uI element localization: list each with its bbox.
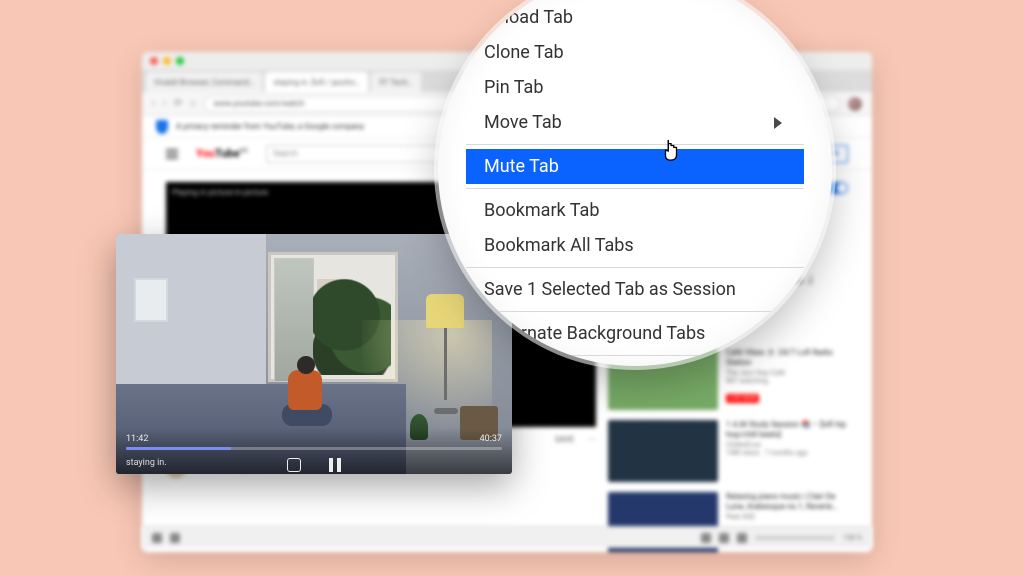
back-icon[interactable]: ‹ — [152, 98, 155, 109]
video-channel: The Jazz Hop Café — [726, 369, 848, 377]
pip-controls: 11:42 40:37 — [116, 428, 512, 474]
menu-item-close-tab[interactable]: Close Tab — [466, 360, 804, 366]
panel-icon[interactable] — [701, 533, 711, 543]
pip-return-icon[interactable] — [287, 458, 301, 472]
panel-icon[interactable] — [737, 533, 747, 543]
zoom-level: 136 % — [843, 534, 862, 542]
save-button[interactable]: SAVE — [555, 435, 574, 444]
live-badge: LIVE NOW — [726, 394, 759, 403]
pip-duration: 40:37 — [480, 434, 502, 444]
menu-separator — [466, 144, 804, 145]
video-thumbnail — [608, 420, 718, 482]
browser-tab[interactable]: FF Tech… — [371, 72, 420, 92]
tab-label: FF Tech… — [379, 78, 412, 87]
menu-item-move-tab[interactable]: Move Tab — [466, 105, 804, 140]
close-window-icon[interactable] — [150, 57, 158, 65]
tab-label: Vivaldi Browser, Command… — [154, 78, 254, 87]
panel-icon[interactable] — [170, 533, 180, 543]
search-placeholder: Search — [273, 149, 298, 158]
pip-player[interactable]: 11:42 40:37 staying in. — [116, 234, 512, 474]
magnified-context-menu: Reload Tab Clone Tab Pin Tab Move Tab Mu… — [438, 0, 832, 366]
video-channel: ChilledCow — [726, 441, 848, 449]
youtube-logo[interactable]: YouTubeNO — [196, 147, 248, 160]
menu-item-bookmark-all-tabs[interactable]: Bookmark All Tabs — [466, 228, 804, 263]
browser-tab[interactable]: staying in. [lofi / jazzho… — [265, 72, 368, 92]
forward-icon[interactable]: › — [163, 98, 166, 109]
recommendation-item[interactable]: 1 A.M Study Session 📚 – [lofi hip hop/ch… — [608, 420, 848, 482]
panel-icon[interactable] — [719, 533, 729, 543]
menu-item-pin-tab[interactable]: Pin Tab — [466, 70, 804, 105]
reload-icon[interactable]: ⟳ — [174, 98, 182, 109]
menu-separator — [466, 188, 804, 189]
menu-item-bookmark-tab[interactable]: Bookmark Tab — [466, 193, 804, 228]
menu-separator — [466, 355, 804, 356]
tab-context-menu: Reload Tab Clone Tab Pin Tab Move Tab Mu… — [466, 0, 804, 366]
privacy-notice-text: A privacy reminder from YouTube, a Googl… — [176, 122, 364, 131]
minimize-window-icon[interactable] — [163, 57, 171, 65]
pip-indicator-text: Playing in picture-in-picture — [172, 188, 268, 197]
video-channel: Peet ASD — [726, 513, 848, 521]
url-text: www.youtube.com/watch — [213, 99, 304, 108]
shield-icon — [156, 120, 168, 134]
menu-item-reload-tab[interactable]: Reload Tab — [466, 0, 804, 35]
menu-item-mute-tab[interactable]: Mute Tab — [466, 149, 804, 184]
menu-item-hibernate-tabs[interactable]: Hibernate Background Tabs — [466, 316, 804, 351]
home-icon[interactable]: ⌂ — [190, 98, 196, 109]
browser-tab[interactable]: Vivaldi Browser, Command… — [146, 72, 262, 92]
menu-separator — [466, 311, 804, 312]
pointer-cursor-icon — [660, 138, 682, 164]
menu-icon[interactable] — [166, 149, 178, 159]
more-icon[interactable]: ⋯ — [588, 435, 596, 444]
menu-item-clone-tab[interactable]: Clone Tab — [466, 35, 804, 70]
browser-status-bar: 136 % — [142, 526, 872, 548]
pip-progress-bar[interactable] — [126, 447, 502, 450]
zoom-slider[interactable] — [755, 536, 835, 540]
video-title: 1 A.M Study Session 📚 – [lofi hip hop/ch… — [726, 420, 848, 439]
pause-icon[interactable] — [329, 458, 341, 472]
video-title: Relaxing piano music | Clair De Lune, Ar… — [726, 492, 848, 511]
video-subtext: 14M views · 7 months ago — [726, 449, 848, 457]
tab-label: staying in. [lofi / jazzho… — [273, 78, 360, 87]
profile-avatar-icon[interactable] — [848, 97, 862, 111]
menu-item-save-session[interactable]: Save 1 Selected Tab as Session — [466, 272, 804, 307]
pip-current-time: 11:42 — [126, 434, 148, 444]
menu-separator — [466, 267, 804, 268]
maximize-window-icon[interactable] — [176, 57, 184, 65]
pip-title: staying in. — [126, 458, 167, 468]
video-subtext: 907 watching — [726, 377, 848, 385]
panel-icon[interactable] — [152, 533, 162, 543]
